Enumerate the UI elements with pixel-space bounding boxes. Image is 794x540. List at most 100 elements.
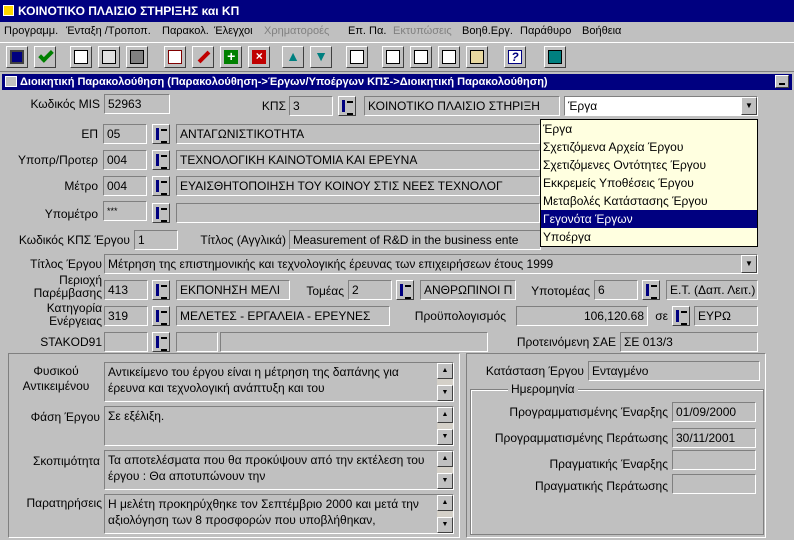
- ep-code-field[interactable]: 05: [103, 124, 147, 144]
- fasi-textarea[interactable]: Σε εξέλιξη. ▲ ▼: [104, 406, 454, 446]
- ypopr-code-field[interactable]: 004: [103, 150, 147, 170]
- kps-name-field[interactable]: ΚΟΙΝΟΤΙΚΟ ΠΛΑΙΣΙΟ ΣΤΗΡΙΞΗ: [364, 96, 560, 116]
- kps-lov-button[interactable]: [338, 96, 356, 116]
- menu-entaxi[interactable]: Ένταξη /Τροποπ.: [66, 25, 151, 37]
- ypopr-lov-button[interactable]: [152, 150, 170, 170]
- chevron-down-icon[interactable]: ▼: [741, 97, 757, 115]
- dropdown-option-gegonota[interactable]: Γεγονότα Έργων: [541, 210, 757, 228]
- kps-ergou-field[interactable]: 1: [134, 230, 178, 250]
- ep-name-field[interactable]: ΑΝΤΑΓΩΝΙΣΤΙΚΟΤΗΤΑ: [176, 124, 540, 144]
- dropdown-option-ontotites[interactable]: Σχετιζόμενες Οντότητες Έργου: [541, 156, 757, 174]
- delete-icon: ×: [252, 50, 266, 64]
- dropdown-option-ekkremeis[interactable]: Εκκρεμείς Υποθέσεις Έργου: [541, 174, 757, 192]
- metro-name-field[interactable]: ΕΥΑΙΣΘΗΤΟΠΟΙΗΣΗ ΤΟΥ ΚΟΙΝΟΥ ΣΤΙΣ ΝΕΕΣ ΤΕΧ…: [176, 176, 540, 196]
- currency-lov-button[interactable]: [672, 306, 690, 326]
- stakod-desc-field[interactable]: [176, 332, 218, 352]
- fasi-scrollbar[interactable]: ▲ ▼: [437, 407, 453, 445]
- title-en-field[interactable]: Measurement of R&D in the business ente: [289, 230, 541, 250]
- tomeas-name-field[interactable]: ΑΝΘΡΩΠΙΝΟΙ Π: [420, 280, 516, 300]
- budget-field[interactable]: 106,120.68: [516, 306, 648, 326]
- planned-end-field[interactable]: 30/11/2001: [672, 428, 756, 448]
- document-button[interactable]: [410, 46, 432, 68]
- perioxi-lov-button[interactable]: [152, 280, 170, 300]
- ypometro-code-field[interactable]: ***: [103, 201, 147, 221]
- menu-voitheia[interactable]: Βοήθεια: [582, 25, 621, 37]
- actual-start-field[interactable]: [672, 450, 756, 470]
- table-button[interactable]: [382, 46, 404, 68]
- object-type-combo[interactable]: Έργα ▼: [564, 96, 758, 116]
- katigoria-code-field[interactable]: 319: [104, 306, 148, 326]
- perioxi-name-field[interactable]: ΕΚΠΟΝΗΣΗ ΜΕΛΙ: [176, 280, 290, 300]
- commit-button[interactable]: [34, 46, 56, 68]
- ypometro-lov-button[interactable]: [152, 203, 170, 223]
- object-type-dropdown: Έργα Σχετιζόμενα Αρχεία Έργου Σχετιζόμεν…: [540, 119, 758, 247]
- menu-parathyro[interactable]: Παράθυρο: [520, 25, 571, 37]
- kps-code-field[interactable]: 3: [289, 96, 333, 116]
- menu-elegxoi[interactable]: Έλεγχοι: [214, 25, 253, 37]
- actual-start-label: Πραγματικής Έναρξης: [549, 457, 668, 471]
- skopimotita-textarea[interactable]: Τα αποτελέσματα που θα προκύψουν από την…: [104, 450, 454, 490]
- currency-field[interactable]: ΕΥΡΩ: [694, 306, 758, 326]
- help-button[interactable]: ?: [504, 46, 526, 68]
- clipboard-button[interactable]: [466, 46, 488, 68]
- planned-start-field[interactable]: 01/09/2000: [672, 402, 756, 422]
- copy-button[interactable]: [98, 46, 120, 68]
- menu-voith-erg[interactable]: Βοηθ.Εργ.: [462, 25, 513, 37]
- metro-code-field[interactable]: 004: [103, 176, 147, 196]
- list-button[interactable]: [346, 46, 368, 68]
- sae-field[interactable]: ΣΕ 013/3: [620, 332, 758, 352]
- fysiko-scrollbar[interactable]: ▲ ▼: [437, 363, 453, 401]
- chevron-down-icon[interactable]: ▼: [741, 255, 757, 273]
- ypometro-name-field[interactable]: [176, 203, 540, 223]
- dropdown-option-metavoles[interactable]: Μεταβολές Κατάστασης Έργου: [541, 192, 757, 210]
- actual-end-field[interactable]: [672, 474, 756, 494]
- menu-programm[interactable]: Προγραμμ.: [4, 25, 58, 37]
- ypopr-name-field[interactable]: ΤΕΧΝΟΛΟΓΙΚΗ ΚΑΙΝΟΤΟΜΙΑ ΚΑΙ ΕΡΕΥΝΑ: [176, 150, 540, 170]
- mis-field[interactable]: 52963: [104, 94, 170, 114]
- print-button[interactable]: [70, 46, 92, 68]
- mis-label: Κωδικός MIS: [30, 97, 100, 111]
- actual-end-label: Πραγματικής Περάτωσης: [534, 479, 668, 493]
- edit-button[interactable]: [192, 46, 214, 68]
- paratiriseis-scrollbar[interactable]: ▲ ▼: [437, 495, 453, 533]
- delete-button[interactable]: ×: [248, 46, 270, 68]
- status-field[interactable]: Ενταγμένο: [588, 361, 760, 381]
- report-button[interactable]: [438, 46, 460, 68]
- clipboard-icon: [470, 50, 484, 64]
- next-record-button[interactable]: ▼: [310, 46, 332, 68]
- perioxi-code-field[interactable]: 413: [104, 280, 148, 300]
- stakod-name-field[interactable]: [220, 332, 488, 352]
- stakod-lov-button[interactable]: [152, 332, 170, 352]
- toolbar: + × ▲ ▼ ?: [0, 42, 794, 72]
- calculator-button[interactable]: [126, 46, 148, 68]
- katigoria-name-field[interactable]: ΜΕΛΕΤΕΣ - ΕΡΓΑΛΕΙΑ - ΕΡΕΥΝΕΣ: [176, 306, 390, 326]
- katigoria-lov-button[interactable]: [152, 306, 170, 326]
- dropdown-option-ypoerga[interactable]: Υποέργα: [541, 228, 757, 246]
- dropdown-option-erga[interactable]: Έργα: [541, 120, 757, 138]
- previous-record-button[interactable]: ▲: [282, 46, 304, 68]
- ypopr-label: Υποπρ/Προτερ: [18, 153, 98, 167]
- stakod-code-field[interactable]: [104, 332, 148, 352]
- minimize-button[interactable]: [775, 75, 789, 88]
- check-icon: [38, 47, 54, 63]
- ypotomeas-lov-button[interactable]: [642, 280, 660, 300]
- title-field[interactable]: Μέτρηση της επιστημονικής και τεχνολογικ…: [104, 254, 758, 274]
- ep-lov-button[interactable]: [152, 124, 170, 144]
- menu-xrimatorroes: Χρηματοροές: [264, 25, 330, 37]
- ypotomeas-name-field[interactable]: Ε.Τ. (Δαπ. Λειτ.): [666, 280, 758, 300]
- skopimotita-scrollbar[interactable]: ▲ ▼: [437, 451, 453, 489]
- metro-lov-button[interactable]: [152, 176, 170, 196]
- ypotomeas-code-field[interactable]: 6: [594, 280, 638, 300]
- tomeas-code-field[interactable]: 2: [348, 280, 392, 300]
- add-button[interactable]: +: [220, 46, 242, 68]
- fysiko-textarea[interactable]: Αντικείμενο του έργου είναι η μέτρηση τη…: [104, 362, 454, 402]
- dropdown-option-archeia[interactable]: Σχετιζόμενα Αρχεία Έργου: [541, 138, 757, 156]
- menu-parakol[interactable]: Παρακολ.: [162, 25, 209, 37]
- tomeas-lov-button[interactable]: [396, 280, 414, 300]
- chart-button[interactable]: [164, 46, 186, 68]
- paratiriseis-textarea[interactable]: Η μελέτη προκηρύχθηκε τον Σεπτέμβριο 200…: [104, 494, 454, 534]
- ep-label: ΕΠ: [81, 127, 98, 141]
- exit-button[interactable]: [544, 46, 566, 68]
- menu-ep-pa[interactable]: Επ. Πα.: [348, 25, 386, 37]
- save-button[interactable]: [6, 46, 28, 68]
